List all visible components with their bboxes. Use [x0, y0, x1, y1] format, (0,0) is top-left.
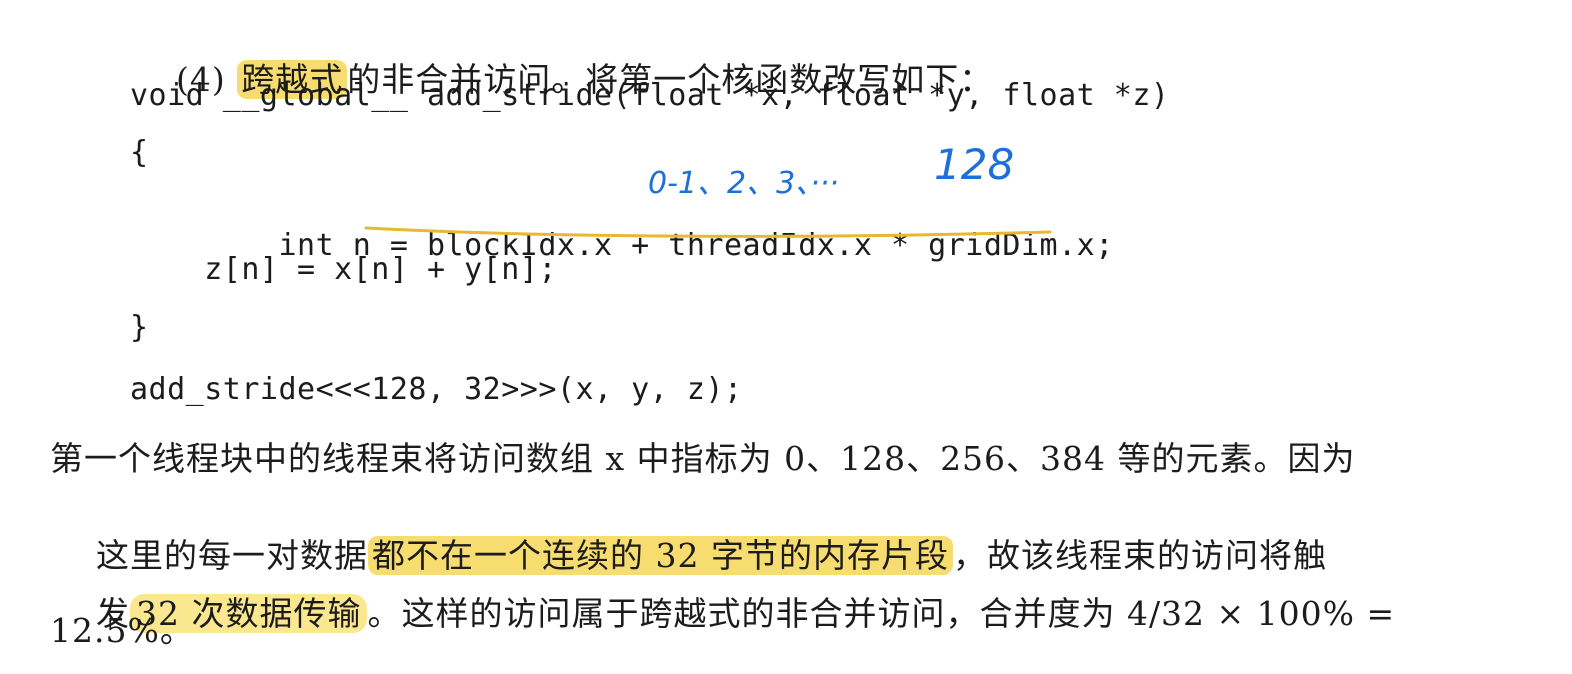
code-line-open-brace: { [130, 135, 149, 170]
paragraph-line-1: 第一个线程块中的线程束将访问数组 x 中指标为 0、128、256、384 等的… [50, 439, 1356, 478]
paragraph-line-4: 12.5%。 [50, 611, 194, 650]
code-line-signature: void __global__ add_stride(float *x, flo… [130, 78, 1170, 113]
code-line-launch: add_stride<<<128, 32>>>(x, y, z); [130, 372, 743, 407]
document-page: (4) 跨越式 的非合并访问。将第一个核函数改写如下： void __global… [0, 0, 1572, 650]
paragraph-line-3-end: 。这样的访问属于跨越式的非合并访问，合并度为 4/32 × 100% = [367, 594, 1396, 633]
section-heading: (4) 跨越式 的非合并访问。将第一个核函数改写如下： [130, 14, 993, 140]
paragraph-line-3: 发 32 次数据传输 。这样的访问属于跨越式的非合并访问，合并度为 4/32 × 1… [50, 548, 1395, 674]
handwritten-grid-dim: 128 [934, 140, 1015, 189]
code-line-assignment: z[n] = x[n] + y[n]; [130, 252, 557, 287]
code-line-close-brace: } [130, 310, 149, 345]
code-index-suffix: .x; [1058, 228, 1114, 263]
